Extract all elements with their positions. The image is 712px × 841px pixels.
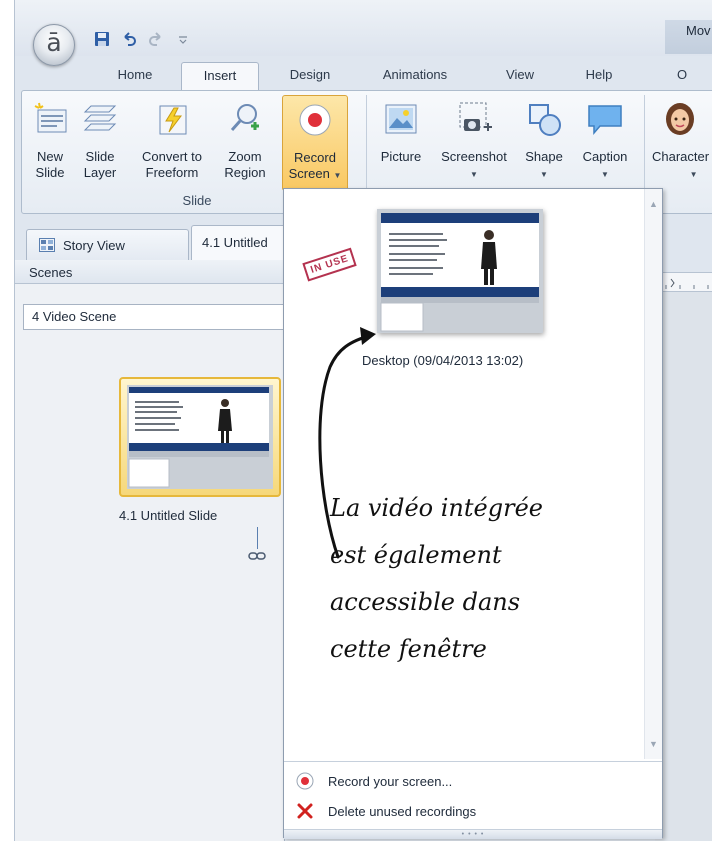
scroll-up-icon[interactable]: ▲ <box>649 199 658 209</box>
slide-layer-button[interactable]: Slide Layer <box>78 95 122 191</box>
handwritten-annotation: La vidéo intégrée est également accessib… <box>330 485 543 673</box>
screenshot-label: Screenshot ▼ <box>441 149 507 179</box>
story-view-label: Story View <box>63 237 125 253</box>
caption-label: Caption ▼ <box>582 149 628 179</box>
screenshot-icon <box>454 99 494 139</box>
save-icon[interactable] <box>93 30 111 48</box>
picture-button[interactable]: Picture <box>372 95 430 191</box>
resize-grip[interactable]: • • • • <box>284 829 662 839</box>
ribbon-tabs: Home Insert Design Animations View Help … <box>15 56 712 90</box>
tab-overflow[interactable]: O <box>667 62 697 90</box>
new-slide-button[interactable]: New Slide <box>28 95 72 191</box>
zoom-region-icon <box>225 99 265 139</box>
record-screen-label: Record Screen ▼ <box>288 150 342 181</box>
character-icon <box>660 99 700 139</box>
shape-button[interactable]: Shape ▼ <box>518 95 570 191</box>
horizontal-ruler <box>655 272 712 292</box>
recording-thumbnail[interactable] <box>377 209 543 333</box>
picture-label: Picture <box>380 149 422 164</box>
scenes-header: Scenes <box>15 260 284 284</box>
trigger-link-line <box>257 527 258 549</box>
story-view-icon <box>39 238 55 252</box>
tab-insert[interactable]: Insert <box>181 62 259 90</box>
link-icon[interactable] <box>248 550 266 564</box>
convert-freeform-icon <box>152 99 192 139</box>
tab-story-view[interactable]: Story View <box>26 229 189 260</box>
app-window: Mov ā Home Insert Design Animations View… <box>14 0 712 841</box>
slide-canvas <box>655 292 712 841</box>
slide-layer-label: Slide Layer <box>83 149 117 180</box>
scene-select[interactable]: 4 Video Scene <box>23 304 288 330</box>
annotation-line: La vidéo intégrée <box>330 494 543 522</box>
character-button[interactable]: Character ▼ <box>648 95 712 191</box>
annotation-line: est également <box>330 541 502 569</box>
record-your-screen-label: Record your screen... <box>328 773 453 789</box>
new-slide-label: New Slide <box>35 149 65 180</box>
annotation-line: cette fenêtre <box>330 635 487 663</box>
tab-view[interactable]: View <box>499 62 541 90</box>
customize-toolbar-icon[interactable] <box>174 30 192 48</box>
new-slide-icon <box>30 99 70 139</box>
window-title: Mov <box>686 23 711 38</box>
app-logo-icon: ā <box>46 28 62 57</box>
dropdown-scrollbar[interactable]: ▲ ▼ <box>644 189 662 759</box>
delete-x-icon <box>297 803 313 819</box>
recording-caption: Desktop (09/04/2013 13:02) <box>362 353 524 368</box>
tab-animations[interactable]: Animations <box>365 62 465 90</box>
undo-icon[interactable] <box>120 30 138 48</box>
tab-help[interactable]: Help <box>579 62 619 90</box>
record-screen-dropdown: ▲ ▼ IN USE Desktop (09/04/2013 13:02) La… <box>283 188 663 839</box>
convert-to-freeform-label: Convert to Freeform <box>142 149 202 180</box>
slide-title: 4.1 Untitled Slide <box>119 508 218 523</box>
screenshot-button[interactable]: Screenshot ▼ <box>434 95 514 191</box>
recording-preview-image <box>377 209 543 333</box>
zoom-region-label: Zoom Region <box>224 149 266 180</box>
tab-slide-document[interactable]: 4.1 Untitled <box>191 225 291 260</box>
caption-icon <box>585 99 625 139</box>
tab-design[interactable]: Design <box>273 62 347 90</box>
redo-icon[interactable] <box>147 30 165 48</box>
annotation-line: accessible dans <box>330 588 521 616</box>
record-screen-button[interactable]: Record Screen ▼ <box>282 95 348 191</box>
scroll-down-icon[interactable]: ▼ <box>649 739 658 749</box>
record-icon <box>295 100 335 140</box>
slide-thumbnail[interactable] <box>119 377 281 497</box>
slide-layer-icon <box>80 99 120 139</box>
shape-icon <box>524 99 564 139</box>
character-label: Character ▼ <box>652 149 710 179</box>
caption-button[interactable]: Caption ▼ <box>574 95 636 191</box>
slide-preview-image <box>127 385 273 489</box>
zoom-region-button[interactable]: Zoom Region <box>218 95 272 191</box>
dropdown-footer: Record your screen... Delete unused reco… <box>284 761 662 839</box>
scenes-panel: Scenes 4 Video Scene 4.1 Untitled Slide <box>15 260 288 841</box>
quick-access-toolbar <box>93 28 192 50</box>
convert-to-freeform-button[interactable]: Convert to Freeform <box>134 95 210 191</box>
application-menu-button[interactable]: ā <box>33 24 75 66</box>
tab-home[interactable]: Home <box>95 62 175 90</box>
shape-label: Shape ▼ <box>525 149 563 179</box>
picture-icon <box>381 99 421 139</box>
delete-unused-recordings-label: Delete unused recordings <box>328 803 477 819</box>
in-use-stamp: IN USE <box>302 247 358 282</box>
record-your-screen-item[interactable]: Record your screen... <box>284 766 662 796</box>
delete-unused-recordings-item[interactable]: Delete unused recordings <box>284 796 662 826</box>
record-icon <box>296 772 314 790</box>
